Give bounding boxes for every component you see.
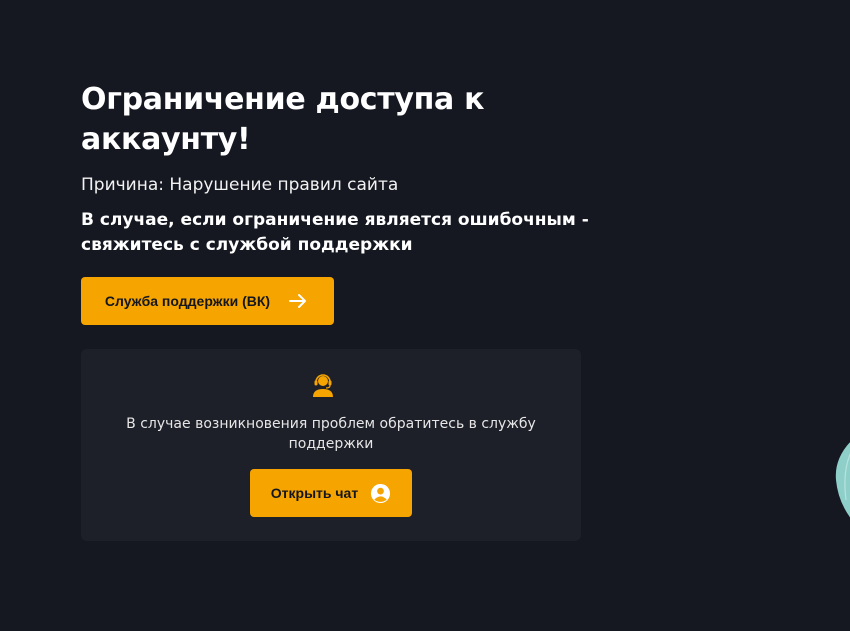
open-chat-button-label: Открыть чат [270,485,359,501]
user-circle-icon [371,483,391,503]
restriction-message: Ограничение доступа к аккаунту! Причина:… [81,80,601,258]
restriction-reason: Причина: Нарушение правил сайта [81,175,399,195]
page-title: Ограничение доступа к аккаунту! [81,82,485,157]
vk-support-button[interactable]: Служба поддержки (ВК) [81,277,334,325]
vk-support-button-label: Служба поддержки (ВК) [104,293,271,309]
open-chat-button[interactable]: Открыть чат [250,469,412,517]
support-card: В случае возникновения проблем обратитес… [81,349,581,541]
arrow-right-icon [289,294,307,308]
error-notice: В случае, если ограничение является ошиб… [81,210,589,255]
leaf-decoration [835,442,850,518]
support-card-text: В случае возникновения проблем обратитес… [126,416,536,452]
support-agent-icon [313,374,333,397]
page: Ограничение доступа к аккаунту! Причина:… [0,0,850,631]
